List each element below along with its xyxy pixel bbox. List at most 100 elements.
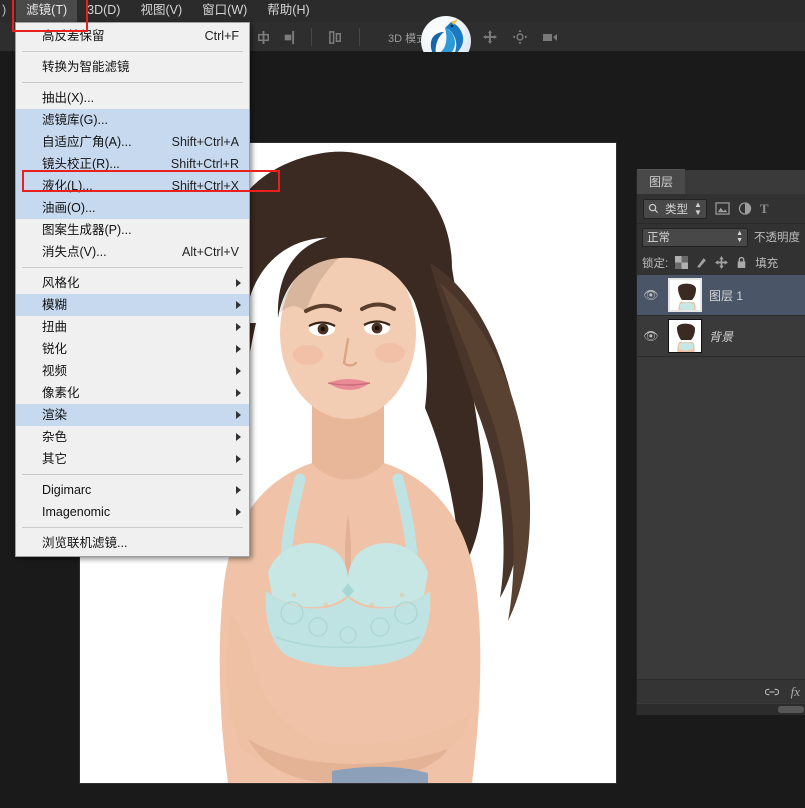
all-lock-icon[interactable] (735, 256, 748, 269)
layer-thumbnail-2[interactable] (668, 319, 702, 353)
layer-thumbnail-1[interactable] (668, 278, 702, 312)
transparency-lock-icon[interactable] (675, 256, 689, 269)
menu-item-vanishing-point[interactable]: 消失点(V)... Alt+Ctrl+V (16, 241, 249, 263)
layer-list-empty-area (637, 357, 805, 707)
menu-separator-3 (22, 267, 243, 268)
panel-scrollbar[interactable] (637, 704, 805, 715)
menu-item-stylize[interactable]: 风格化 (16, 272, 249, 294)
menu-item-label: 渲染 (42, 408, 68, 422)
layer-row-2[interactable]: 👁 背景 (637, 316, 805, 357)
layer-filter-row: 类型 ▲ ▼ T (637, 194, 805, 224)
layer-filter-kind-label: 类型 (665, 203, 688, 216)
menu-separator-5 (22, 527, 243, 528)
menu-item-label: 浏览联机滤镜... (42, 536, 128, 550)
menu-item-extract[interactable]: 抽出(X)... (16, 87, 249, 109)
menu-item-label: 锐化 (42, 342, 68, 356)
menu-separator-1 (22, 51, 243, 52)
menu-item-render[interactable]: 渲染 (16, 404, 249, 426)
menu-item-label: 高反差保留 (42, 29, 105, 43)
menu-item-label: 其它 (42, 452, 68, 466)
3d-tool-group (482, 29, 560, 45)
layer-visibility-icon-1[interactable]: 👁 (641, 288, 661, 302)
menu-item-accel: Ctrl+F (204, 29, 239, 43)
menu-item-accel: Shift+Ctrl+R (170, 157, 239, 171)
submenu-arrow-icon (236, 455, 241, 463)
panel-tab-strip: 图层 (637, 169, 805, 194)
menu-filter[interactable]: 滤镜(T) (16, 0, 78, 22)
layer-list: 👁 图层 1 👁 背景 (637, 275, 805, 707)
submenu-arrow-icon (236, 279, 241, 287)
menu-item-browse-online-filters[interactable]: 浏览联机滤镜... (16, 532, 249, 554)
opacity-label: 不透明度 (754, 232, 800, 244)
menu-item-convert-smart-filter[interactable]: 转换为智能滤镜 (16, 56, 249, 78)
move-3d-object-icon[interactable] (482, 29, 498, 45)
menu-item-label: 杂色 (42, 430, 68, 444)
image-filter-icon[interactable] (715, 202, 730, 215)
menu-item-liquify[interactable]: 液化(L)... Shift+Ctrl+X (16, 175, 249, 197)
blend-mode-row: 正常 ▲ ▼ 不透明度 (637, 224, 805, 250)
menu-item-blur[interactable]: 模糊 (16, 294, 249, 316)
menubar-truncated: ) (2, 3, 7, 17)
menu-3d[interactable]: 3D(D) (77, 0, 130, 22)
menu-item-adaptive-wide-angle[interactable]: 自适应广角(A)... Shift+Ctrl+A (16, 131, 249, 153)
menu-item-label: 油画(O)... (42, 201, 96, 215)
menu-item-label: 液化(L)... (42, 179, 93, 193)
layer-style-fx-icon[interactable]: fx (791, 684, 800, 700)
layer-visibility-icon-2[interactable]: 👁 (641, 329, 661, 343)
align-right-edges-icon[interactable] (280, 30, 295, 45)
menu-item-accel: Alt+Ctrl+V (182, 245, 239, 259)
magnifier-icon (648, 203, 659, 214)
submenu-arrow-icon (236, 486, 241, 494)
menu-item-label: 滤镜库(G)... (42, 113, 108, 127)
menu-item-high-pass[interactable]: 高反差保留 Ctrl+F (16, 25, 249, 47)
menu-item-pattern-maker[interactable]: 图案生成器(P)... (16, 219, 249, 241)
menu-item-accel: Shift+Ctrl+X (171, 179, 239, 193)
align-tool-group (232, 22, 367, 52)
layers-panel: 图层 类型 ▲ ▼ T 正常 ▲ ▼ 不透明度 锁定: 填充 👁 图层 1 👁 … (636, 169, 805, 715)
filter-dropdown-menu[interactable]: 高反差保留 Ctrl+F 转换为智能滤镜 抽出(X)... 滤镜库(G)... … (15, 22, 250, 557)
menu-window[interactable]: 窗口(W) (192, 0, 257, 22)
menu-item-label: 镜头校正(R)... (42, 157, 120, 171)
menu-item-label: 风格化 (42, 276, 80, 290)
chevron-updown-icon: ▲ ▼ (694, 199, 702, 217)
menu-item-oil-paint[interactable]: 油画(O)... (16, 197, 249, 219)
fill-label: 填充 (755, 257, 779, 270)
position-lock-icon[interactable] (715, 256, 729, 269)
menu-item-distort[interactable]: 扭曲 (16, 316, 249, 338)
blend-mode-value: 正常 (647, 232, 670, 244)
menu-item-label: 图案生成器(P)... (42, 223, 132, 237)
adjustment-filter-icon[interactable] (738, 202, 752, 215)
menu-item-label: 模糊 (42, 298, 68, 312)
image-lock-icon[interactable] (695, 256, 708, 269)
link-layers-icon[interactable] (764, 686, 779, 698)
menu-item-sharpen[interactable]: 锐化 (16, 338, 249, 360)
submenu-arrow-icon (236, 323, 241, 331)
align-horizontal-centers-icon[interactable] (256, 30, 271, 45)
distribute-icon[interactable] (328, 30, 343, 45)
text-filter-icon[interactable]: T (760, 201, 769, 217)
menu-item-pixelate[interactable]: 像素化 (16, 382, 249, 404)
menu-item-lens-correction[interactable]: 镜头校正(R)... Shift+Ctrl+R (16, 153, 249, 175)
menu-item-video[interactable]: 视频 (16, 360, 249, 382)
menu-view[interactable]: 视图(V) (130, 0, 192, 22)
layer-row-1[interactable]: 👁 图层 1 (637, 275, 805, 316)
menu-item-imagenomic[interactable]: Imagenomic (16, 501, 249, 523)
menu-bar: ) 滤镜(T) 3D(D) 视图(V) 窗口(W) 帮助(H) (0, 0, 805, 22)
menu-item-noise[interactable]: 杂色 (16, 426, 249, 448)
rotate-3d-object-icon[interactable] (512, 29, 528, 45)
submenu-arrow-icon (236, 367, 241, 375)
submenu-arrow-icon (236, 389, 241, 397)
menu-help[interactable]: 帮助(H) (257, 0, 319, 22)
menu-item-label: Imagenomic (42, 505, 111, 519)
submenu-arrow-icon (236, 301, 241, 309)
toolbar-divider (311, 28, 312, 46)
tab-layers[interactable]: 图层 (637, 169, 686, 194)
layer-name-2: 背景 (709, 329, 734, 344)
menu-item-label: 扭曲 (42, 320, 68, 334)
menu-item-other[interactable]: 其它 (16, 448, 249, 470)
layer-filter-kind-select[interactable]: 类型 ▲ ▼ (643, 198, 707, 219)
blend-mode-select[interactable]: 正常 ▲ ▼ (642, 227, 748, 247)
camera-3d-icon[interactable] (542, 29, 560, 45)
menu-item-digimarc[interactable]: Digimarc (16, 479, 249, 501)
menu-item-filter-gallery[interactable]: 滤镜库(G)... (16, 109, 249, 131)
